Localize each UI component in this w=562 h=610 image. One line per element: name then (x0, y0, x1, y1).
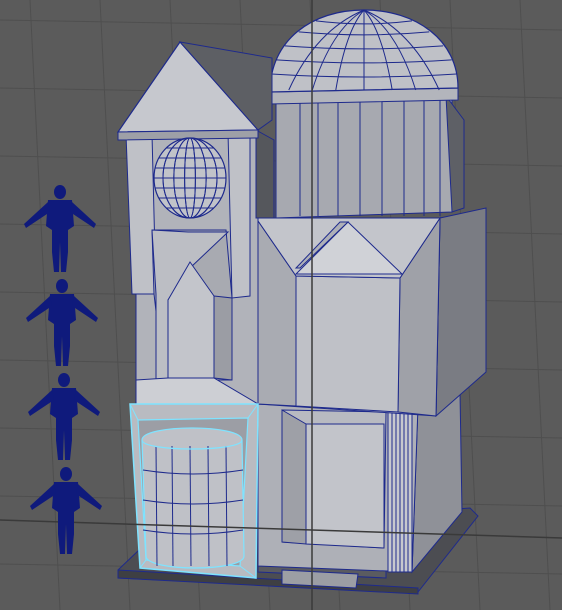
human-scale-figure[interactable] (30, 467, 102, 554)
side-column[interactable] (387, 409, 413, 573)
right-pillar (227, 131, 251, 299)
left-pillar (125, 133, 157, 295)
sphere-ornament[interactable] (153, 137, 227, 219)
scene-canvas[interactable] (0, 0, 562, 610)
grid-line (99, 0, 131, 610)
human-scale-figure[interactable] (28, 373, 100, 460)
human-scale-figure[interactable] (24, 185, 96, 272)
grid-line (0, 19, 562, 31)
scale-figures[interactable] (24, 185, 102, 554)
dome[interactable] (269, 9, 459, 93)
grid-line (519, 0, 551, 610)
human-scale-figure[interactable] (26, 279, 98, 366)
dome-drum[interactable] (269, 87, 465, 219)
building-model[interactable] (116, 9, 487, 595)
cylinder-door[interactable] (129, 403, 259, 579)
left-tower[interactable] (116, 41, 275, 405)
middle-block[interactable] (255, 207, 487, 418)
lower-front-wall[interactable] (257, 403, 419, 573)
3d-viewport[interactable] (0, 0, 562, 610)
